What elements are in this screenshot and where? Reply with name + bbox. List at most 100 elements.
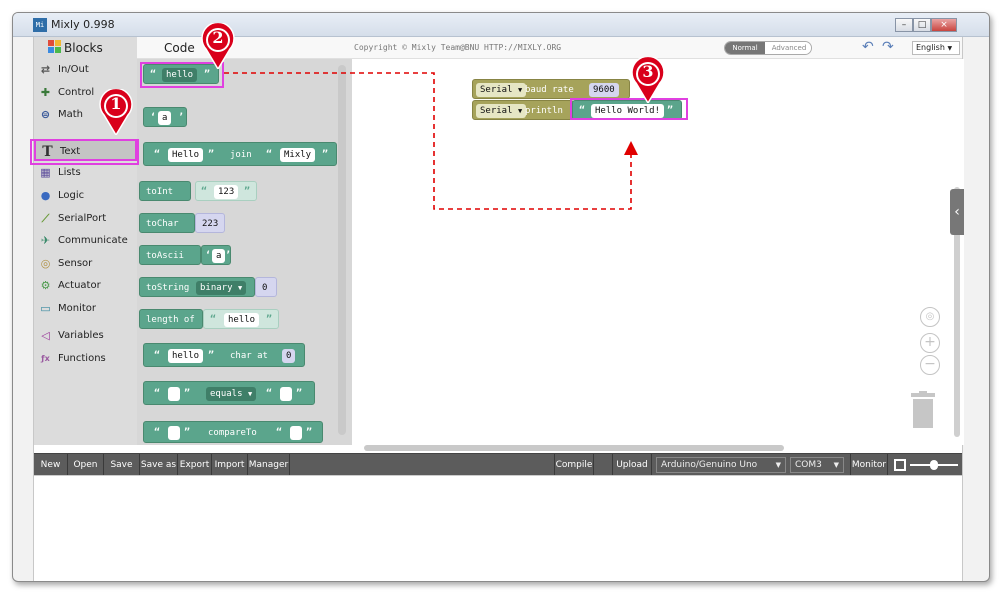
mode-advanced[interactable]: Advanced [765, 42, 811, 54]
monitor-button[interactable]: Monitor [850, 454, 888, 476]
board-select[interactable]: Arduino/Genuino Uno ▼ [656, 457, 786, 473]
zoom-in-icon[interactable]: + [920, 333, 940, 353]
toascii-value-block[interactable]: ‘ a ’ [201, 245, 231, 265]
char-at-index-value[interactable]: 0 [282, 349, 296, 363]
language-select[interactable]: English ▼ [912, 41, 960, 55]
serial-object-dropdown[interactable]: Serial ▼ [476, 83, 527, 97]
tochar-value-block[interactable]: 223 [195, 213, 225, 233]
sidebar-item-serialport[interactable]: ⟋ SerialPort [34, 208, 137, 230]
tochar-block[interactable]: toChar [139, 213, 195, 233]
toint-block[interactable]: toInt [139, 181, 191, 201]
serial-object-dropdown[interactable]: Serial ▼ [476, 104, 527, 118]
sidebar-item-monitor[interactable]: ▭ Monitor [34, 298, 137, 320]
mixly-app-icon: Mi [33, 18, 47, 32]
redo-icon[interactable]: ↷ [882, 39, 894, 55]
chip-icon[interactable] [894, 459, 906, 471]
save-button[interactable]: Save [104, 454, 140, 476]
open-button[interactable]: Open [68, 454, 104, 476]
new-button[interactable]: New [34, 454, 68, 476]
sidebar-item-logic[interactable]: ● Logic [34, 185, 137, 207]
open-quote-icon: “ [154, 427, 161, 438]
char-at-block[interactable]: “ hello ” char at 0 [143, 343, 305, 367]
sidebar-item-label: Functions [58, 353, 106, 364]
sidebar-item-variables[interactable]: ◁ Variables [34, 325, 137, 347]
sidebar-item-label: Control [58, 87, 95, 98]
output-console[interactable] [34, 475, 962, 581]
sidebar-item-sensor[interactable]: ◎ Sensor [34, 253, 137, 275]
tostring-mode-dropdown[interactable]: binary ▼ [196, 281, 247, 295]
open-quote-icon: “ [276, 427, 283, 438]
compile-button[interactable]: Compile [554, 454, 594, 476]
workspace-horizontal-scrollbar[interactable] [364, 445, 784, 451]
sidebar-item-lists[interactable]: ▦ Lists [34, 162, 137, 184]
save-as-button[interactable]: Save as [140, 454, 178, 476]
close-quote-icon: ” [322, 149, 329, 160]
length-of-label: length of [146, 315, 195, 325]
hello-world-highlight [570, 98, 688, 120]
tochar-value[interactable]: 223 [198, 217, 223, 231]
mode-normal[interactable]: Normal [725, 42, 765, 54]
export-button[interactable]: Export [178, 454, 212, 476]
close-quote-icon: ’ [178, 112, 185, 123]
compareto-block[interactable]: “ ” compareTo “ ” [143, 421, 323, 443]
char-block-a[interactable]: ‘ a ’ [143, 107, 187, 127]
equals-right-slot[interactable] [280, 387, 292, 401]
dropdown-arrow-icon: ▼ [247, 390, 253, 398]
equals-left-slot[interactable] [168, 387, 180, 401]
toint-value[interactable]: 123 [214, 185, 239, 199]
minimize-button[interactable]: – [895, 18, 913, 32]
import-button[interactable]: Import [212, 454, 248, 476]
collapse-panel-handle[interactable]: ‹ [950, 189, 964, 235]
tostring-value-block[interactable]: 0 [255, 277, 277, 297]
serial-baud-block[interactable]: Serial ▼ baud rate 9600 [472, 79, 630, 99]
manager-button[interactable]: Manager [248, 454, 290, 476]
join-left-value[interactable]: Hello [168, 148, 204, 162]
upload-button[interactable]: Upload [612, 454, 652, 476]
callout-number: 1 [110, 94, 122, 113]
variables-icon: ◁ [41, 329, 50, 342]
zoom-out-icon[interactable]: − [920, 355, 940, 375]
port-select[interactable]: COM3 ▼ [790, 457, 844, 473]
maximize-button[interactable]: □ [913, 18, 931, 32]
length-of-value[interactable]: hello [224, 313, 260, 327]
bulb-icon: ● [40, 189, 51, 202]
sidebar-item-inout[interactable]: ⇄ In/Out [34, 59, 137, 81]
sidebar-item-functions[interactable]: ƒx Functions [34, 348, 137, 370]
compareto-right-slot[interactable] [290, 426, 302, 440]
length-of-block[interactable]: length of [139, 309, 203, 329]
trash-icon[interactable] [910, 391, 936, 429]
sidebar-item-label: Actuator [58, 280, 101, 291]
sidebar-item-label: SerialPort [58, 213, 107, 224]
language-value: English [916, 43, 945, 52]
tab-blocks-label: Blocks [64, 41, 103, 55]
toascii-block[interactable]: toAscii [139, 245, 201, 265]
join-block[interactable]: “ Hello ” join “ Mixly ” [143, 142, 337, 166]
sidebar-item-communicate[interactable]: ✈ Communicate [34, 230, 137, 252]
flyout-scrollbar[interactable] [338, 65, 346, 435]
tab-blocks[interactable]: Blocks [34, 37, 137, 59]
compareto-left-slot[interactable] [168, 426, 180, 440]
monitor-icon: ▭ [40, 302, 51, 315]
char-value[interactable]: a [158, 111, 172, 125]
length-of-value-block[interactable]: “ hello ” [203, 309, 279, 329]
toint-value-block[interactable]: “ 123 ” [195, 181, 257, 201]
close-button[interactable]: × [931, 18, 957, 32]
tostring-block[interactable]: toString binary ▼ [139, 277, 255, 297]
tostring-value[interactable]: 0 [258, 281, 272, 295]
serial-println-block[interactable]: Serial ▼ println [472, 100, 574, 120]
tostring-label: toString [146, 283, 190, 293]
equals-block[interactable]: “ ” equals ▼ “ ” [143, 381, 315, 405]
equals-operator-dropdown[interactable]: equals ▼ [206, 387, 257, 401]
zoom-slider[interactable] [910, 460, 958, 470]
join-right-value[interactable]: Mixly [280, 148, 316, 162]
zoom-slider-handle[interactable] [930, 460, 938, 470]
baud-rate-value[interactable]: 9600 [589, 83, 619, 97]
undo-icon[interactable]: ↶ [862, 39, 874, 55]
sidebar-item-actuator[interactable]: ⚙ Actuator [34, 275, 137, 297]
tab-code[interactable]: Code [164, 41, 195, 55]
mode-toggle[interactable]: Normal Advanced [724, 41, 812, 55]
char-at-text-value[interactable]: hello [168, 349, 204, 363]
center-target-icon[interactable]: ◎ [920, 307, 940, 327]
toascii-value[interactable]: a [212, 249, 226, 263]
tochar-label: toChar [146, 219, 179, 229]
